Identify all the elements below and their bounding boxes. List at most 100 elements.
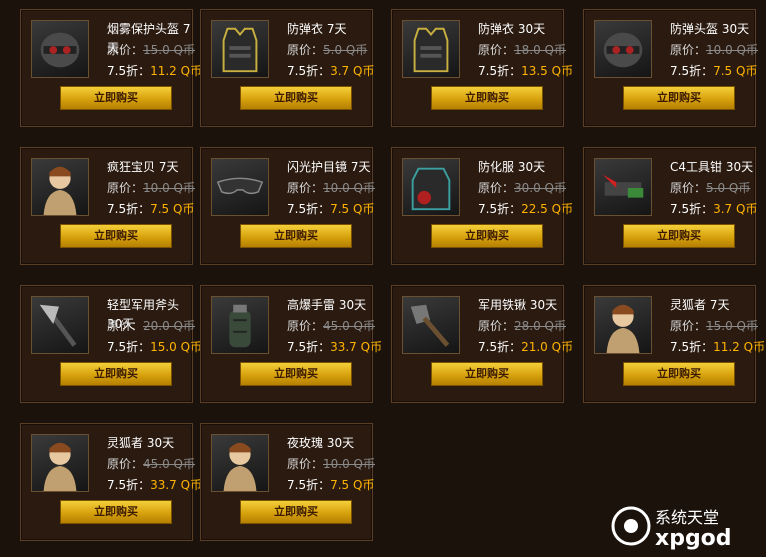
original-price-label: 原价：	[287, 181, 324, 195]
buy-now-button[interactable]: 立即购买	[60, 224, 172, 248]
item-card: 防弹衣 7天 原价：5.0 Q币 7.5折：3.7 Q币 立即购买	[200, 9, 374, 127]
vest-icon[interactable]	[402, 20, 460, 78]
pliers-icon[interactable]	[594, 158, 652, 216]
discount-price-label: 7.5折：	[478, 64, 522, 78]
item-card: 灵狐者 7天原价：15.0 Q币 7.5折：11.2 Q币立即购买	[583, 285, 765, 403]
buy-now-button[interactable]: 立即购买	[623, 224, 735, 248]
discount-price-label: 7.5折：	[287, 202, 331, 216]
buy-now-button[interactable]: 立即购买	[240, 500, 352, 524]
buy-now-button[interactable]: 立即购买	[431, 224, 543, 248]
original-price-value: 18.0 Q币	[514, 43, 566, 57]
item-name: 闪光护目镜 7天	[287, 160, 371, 174]
discount-price: 7.5折：7.5 Q币	[670, 62, 757, 79]
item-name: 灵狐者 30天	[107, 436, 175, 450]
buy-now-button[interactable]: 立即购买	[623, 86, 735, 110]
discount-price: 7.5折：33.7 Q币	[107, 476, 202, 493]
discount-price-label: 7.5折：	[478, 202, 522, 216]
original-price-label: 原价：	[107, 457, 144, 471]
buy-now-button[interactable]: 立即购买	[240, 224, 352, 248]
discount-price: 7.5折：7.5 Q币	[107, 200, 194, 217]
discount-price-value: 7.5 Q币	[150, 202, 195, 216]
axe-icon[interactable]	[31, 296, 89, 354]
discount-price-value: 22.5 Q币	[521, 202, 574, 216]
original-price-value: 5.0 Q币	[706, 181, 751, 195]
original-price: 原价：15.0 Q币	[107, 41, 195, 58]
original-price: 原价：18.0 Q币	[478, 41, 566, 58]
goggles-icon[interactable]	[211, 158, 269, 216]
buy-now-button[interactable]: 立即购买	[431, 362, 543, 386]
buy-now-button[interactable]: 立即购买	[60, 86, 172, 110]
item-name: 灵狐者 7天	[670, 298, 730, 312]
original-price-value: 15.0 Q币	[706, 319, 758, 333]
discount-price: 7.5折：11.2 Q币	[107, 62, 202, 79]
discount-price-label: 7.5折：	[287, 478, 331, 492]
discount-price-value: 11.2 Q币	[150, 64, 203, 78]
original-price-label: 原价：	[478, 181, 515, 195]
item-card: 疯狂宝贝 7天 原价：10.0 Q币 7.5折：7.5 Q币 立即购买	[20, 147, 195, 265]
original-price-value: 30.0 Q币	[514, 181, 566, 195]
vest-icon[interactable]	[211, 20, 269, 78]
original-price: 原价：30.0 Q币	[478, 179, 566, 196]
discount-price: 7.5折：21.0 Q币	[478, 338, 573, 355]
item-card: C4工具钳 30天 原价：5.0 Q币 7.5折：3.7 Q币 立即购买	[583, 147, 757, 265]
discount-price-label: 7.5折：	[670, 340, 714, 354]
original-price: 原价：28.0 Q币	[478, 317, 566, 334]
item-card: 烟雾保护头盔 7天 原价：15.0 Q币 7.5折：11.2 Q币 立即购买	[20, 9, 202, 127]
item-name: C4工具钳 30天	[670, 160, 754, 174]
original-price-value: 10.0 Q币	[706, 43, 758, 57]
character-icon[interactable]	[31, 158, 89, 216]
item-card: 灵狐者 30天 原价：45.0 Q币 7.5折：33.7 Q币 立即购买	[20, 423, 202, 541]
item-card: 夜玫瑰 30天 原价：10.0 Q币 7.5折：7.5 Q币立即购买	[200, 423, 375, 541]
discount-price-label: 7.5折：	[107, 340, 151, 354]
item-card: 防弹衣 30天 原价：18.0 Q币 7.5折：13.5 Q币 立即购买	[391, 9, 573, 127]
discount-price-value: 13.5 Q币	[521, 64, 574, 78]
original-price: 原价：5.0 Q币	[287, 41, 367, 58]
original-price-label: 原价：	[287, 319, 324, 333]
discount-price-value: 11.2 Q币	[713, 340, 766, 354]
helmet-icon[interactable]	[594, 20, 652, 78]
buy-now-button[interactable]: 立即购买	[240, 362, 352, 386]
buy-now-button[interactable]: 立即购买	[431, 86, 543, 110]
character-icon[interactable]	[211, 434, 269, 492]
original-price-value: 45.0 Q币	[323, 319, 375, 333]
discount-price-value: 21.0 Q币	[521, 340, 574, 354]
original-price-value: 28.0 Q币	[514, 319, 566, 333]
original-price: 原价：20.0 Q币	[107, 317, 195, 334]
discount-price: 7.5折：3.7 Q币	[670, 200, 757, 217]
character-icon[interactable]	[594, 296, 652, 354]
buy-now-button[interactable]: 立即购买	[60, 500, 172, 524]
discount-price: 7.5折：3.7 Q币	[287, 62, 374, 79]
item-card: 防化服 30天 原价：30.0 Q币 7.5折：22.5 Q币 立即购买	[391, 147, 573, 265]
buy-now-button[interactable]: 立即购买	[60, 362, 172, 386]
original-price: 原价：45.0 Q币	[107, 455, 195, 472]
item-card: 防弹头盔 30天 原价：10.0 Q币 7.5折：7.5 Q币 立即购买	[583, 9, 758, 127]
helmet-icon[interactable]	[31, 20, 89, 78]
original-price: 原价：15.0 Q币	[670, 317, 758, 334]
item-card: 轻型军用斧头 30天 原价：20.0 Q币 7.5折：15.0 Q币 立即购买	[20, 285, 202, 403]
grenade-icon[interactable]	[211, 296, 269, 354]
original-price-value: 45.0 Q币	[143, 457, 195, 471]
original-price-label: 原价：	[287, 457, 324, 471]
discount-price: 7.5折：7.5 Q币	[287, 200, 374, 217]
buy-now-button[interactable]: 立即购买	[240, 86, 352, 110]
discount-price: 7.5折：33.7 Q币	[287, 338, 382, 355]
item-name: 夜玫瑰 30天	[287, 436, 355, 450]
discount-price-label: 7.5折：	[287, 340, 331, 354]
original-price-value: 10.0 Q币	[323, 457, 375, 471]
original-price-label: 原价：	[478, 43, 515, 57]
item-card: 闪光护目镜 7天 原价：10.0 Q币 7.5折：7.5 Q币立即购买	[200, 147, 375, 265]
watermark: 系统天堂 xpgod	[611, 501, 756, 551]
buy-now-button[interactable]: 立即购买	[623, 362, 735, 386]
shovel-icon[interactable]	[402, 296, 460, 354]
original-price: 原价：10.0 Q币	[670, 41, 758, 58]
discount-price-label: 7.5折：	[287, 64, 331, 78]
discount-price: 7.5折：15.0 Q币	[107, 338, 202, 355]
original-price-value: 15.0 Q币	[143, 43, 195, 57]
character-icon[interactable]	[31, 434, 89, 492]
discount-price-label: 7.5折：	[107, 64, 151, 78]
original-price-value: 10.0 Q币	[323, 181, 375, 195]
hazmat-icon[interactable]	[402, 158, 460, 216]
original-price: 原价：10.0 Q币	[287, 179, 375, 196]
original-price: 原价：10.0 Q币	[107, 179, 195, 196]
discount-price: 7.5折：7.5 Q币	[287, 476, 374, 493]
